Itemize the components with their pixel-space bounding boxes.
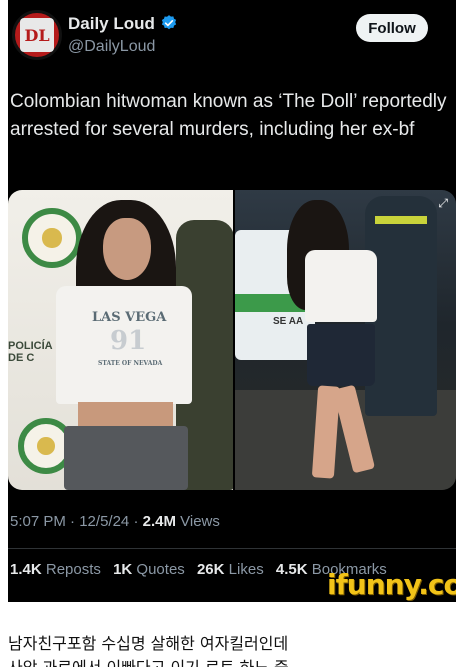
person-shirt: LAS VEGA 91 STATE OF NEVADA — [56, 286, 192, 404]
tweet-date[interactable]: 12/5/24 — [79, 513, 129, 530]
wall-text: POLICÍA DE C — [8, 340, 53, 364]
caption-line-1: 남자친구포함 수십명 살해한 여자킬러인데 — [8, 634, 289, 653]
likes-count: 26K — [196, 561, 225, 578]
police-seal-top — [22, 208, 82, 268]
reposts-stat[interactable]: 1.4K Reposts — [10, 561, 101, 578]
verified-badge-icon — [161, 15, 177, 30]
reposts-label: Reposts — [45, 561, 101, 578]
caption-line-2: 사악 과로에서 이빠다고 이기 로토 하느 중 — [8, 656, 468, 667]
media-photo-left[interactable]: POLICÍA DE C LAS VEGA 91 STATE OF NEVADA — [8, 190, 233, 490]
avatar[interactable]: DL — [12, 10, 62, 60]
follow-button[interactable]: Follow — [356, 14, 428, 42]
divider — [8, 548, 456, 549]
author-handle[interactable]: @DailyLoud — [68, 38, 155, 56]
ifunny-watermark: ifunny.co — [327, 568, 456, 601]
media-photo-right[interactable]: SE AA ⤢ — [235, 190, 456, 490]
avatar-logo: DL — [20, 18, 54, 52]
tweet-meta: 5:07 PM · 12/5/24 · 2.4M Views — [10, 513, 220, 530]
reposts-count: 1.4K — [10, 561, 42, 578]
bookmarks-count: 4.5K — [275, 561, 308, 578]
quotes-label: Quotes — [136, 561, 185, 578]
likes-label: Likes — [228, 561, 264, 578]
officer-vest — [375, 216, 427, 224]
car-text: SE AA — [273, 316, 304, 327]
tweet-time[interactable]: 5:07 PM — [10, 513, 66, 530]
likes-stat[interactable]: 26K Likes — [197, 561, 264, 578]
meta-separator: · — [70, 513, 80, 530]
person-skirt — [307, 324, 375, 386]
views-label: Views — [180, 513, 220, 530]
author-name[interactable]: Daily Loud — [68, 14, 155, 34]
quotes-count: 1K — [113, 561, 133, 578]
shirt-text: LAS VEGA — [92, 310, 167, 325]
person-pants — [64, 426, 188, 490]
person-face — [103, 218, 151, 280]
tweet-header: DL Daily Loud @DailyLoud Follow — [8, 6, 456, 62]
tweet-media[interactable]: POLICÍA DE C LAS VEGA 91 STATE OF NEVADA… — [8, 190, 456, 490]
tweet-text: Colombian hitwoman known as ‘The Doll’ r… — [10, 91, 447, 140]
quotes-stat[interactable]: 1K Quotes — [113, 561, 185, 578]
person-shirt-right — [305, 250, 377, 322]
tweet-card[interactable]: DL Daily Loud @DailyLoud Follow Colombia… — [8, 0, 456, 602]
person-belly — [78, 402, 173, 428]
meta-separator: · — [133, 513, 143, 530]
views-count: 2.4M — [142, 513, 176, 530]
expand-icon[interactable]: ⤢ — [438, 196, 448, 211]
shirt-number: 91 — [110, 326, 147, 356]
shirt-subtext: STATE OF NEVADA — [98, 360, 163, 367]
